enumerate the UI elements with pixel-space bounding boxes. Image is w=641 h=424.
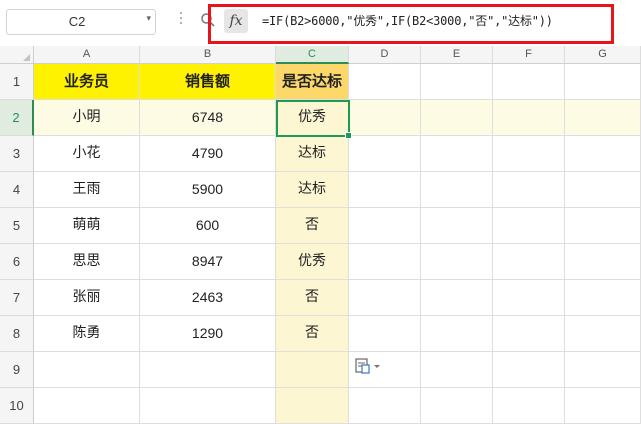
cell-F10[interactable] <box>493 388 565 424</box>
drag-handle-icon[interactable] <box>179 12 183 27</box>
cell-D3[interactable] <box>349 136 421 172</box>
cell-C10[interactable] <box>276 388 349 424</box>
cell-D2[interactable] <box>349 100 421 136</box>
row-header-8[interactable]: 8 <box>0 316 34 352</box>
cell-A2[interactable]: 小明 <box>34 100 140 136</box>
cell-C5[interactable]: 否 <box>276 208 349 244</box>
cell-A1[interactable]: 业务员 <box>34 64 140 100</box>
row-header-5[interactable]: 5 <box>0 208 34 244</box>
cell-E10[interactable] <box>421 388 493 424</box>
row-header-7[interactable]: 7 <box>0 280 34 316</box>
cell-F7[interactable] <box>493 280 565 316</box>
row-header-3[interactable]: 3 <box>0 136 34 172</box>
cell-F3[interactable] <box>493 136 565 172</box>
cell-A4[interactable]: 王雨 <box>34 172 140 208</box>
cell-B9[interactable] <box>140 352 276 388</box>
cell-C2[interactable]: 优秀 <box>276 100 349 136</box>
cell-F1[interactable] <box>493 64 565 100</box>
select-all-icon <box>23 54 30 61</box>
cell-E1[interactable] <box>421 64 493 100</box>
cell-A8[interactable]: 陈勇 <box>34 316 140 352</box>
cell-D5[interactable] <box>349 208 421 244</box>
cell-C1[interactable]: 是否达标 <box>276 64 349 100</box>
row-header-10[interactable]: 10 <box>0 388 34 424</box>
column-header-G[interactable]: G <box>565 46 641 64</box>
cell-C8[interactable]: 否 <box>276 316 349 352</box>
cell-D7[interactable] <box>349 280 421 316</box>
column-header-D[interactable]: D <box>349 46 421 64</box>
cell-A5[interactable]: 萌萌 <box>34 208 140 244</box>
cell-D4[interactable] <box>349 172 421 208</box>
cell-D8[interactable] <box>349 316 421 352</box>
formula-bar: C2 ▾ fx =IF(B2>6000,"优秀",IF(B2<3000,"否",… <box>0 0 641 46</box>
cell-F4[interactable] <box>493 172 565 208</box>
row-header-1[interactable]: 1 <box>0 64 34 100</box>
column-header-E[interactable]: E <box>421 46 493 64</box>
cell-C4[interactable]: 达标 <box>276 172 349 208</box>
name-box-value: C2 <box>68 14 86 29</box>
cell-A10[interactable] <box>34 388 140 424</box>
row-header-4[interactable]: 4 <box>0 172 34 208</box>
cell-E4[interactable] <box>421 172 493 208</box>
row-header-2[interactable]: 2 <box>0 100 34 136</box>
cell-C3[interactable]: 达标 <box>276 136 349 172</box>
paste-options-icon[interactable] <box>354 357 382 375</box>
cell-D1[interactable] <box>349 64 421 100</box>
cell-B6[interactable]: 8947 <box>140 244 276 280</box>
cell-A3[interactable]: 小花 <box>34 136 140 172</box>
cell-B8[interactable]: 1290 <box>140 316 276 352</box>
cell-G7[interactable] <box>565 280 641 316</box>
cell-G1[interactable] <box>565 64 641 100</box>
cell-B7[interactable]: 2463 <box>140 280 276 316</box>
cell-F8[interactable] <box>493 316 565 352</box>
column-header-F[interactable]: F <box>493 46 565 64</box>
row-header-9[interactable]: 9 <box>0 352 34 388</box>
cell-C9[interactable] <box>276 352 349 388</box>
cell-E6[interactable] <box>421 244 493 280</box>
cell-G6[interactable] <box>565 244 641 280</box>
cell-F6[interactable] <box>493 244 565 280</box>
cell-G8[interactable] <box>565 316 641 352</box>
cell-E9[interactable] <box>421 352 493 388</box>
cell-B10[interactable] <box>140 388 276 424</box>
cell-E3[interactable] <box>421 136 493 172</box>
cell-B5[interactable]: 600 <box>140 208 276 244</box>
chevron-down-icon[interactable]: ▾ <box>146 14 151 24</box>
cell-G2[interactable] <box>565 100 641 136</box>
cell-E2[interactable] <box>421 100 493 136</box>
cell-F5[interactable] <box>493 208 565 244</box>
cell-C6[interactable]: 优秀 <box>276 244 349 280</box>
cell-G9[interactable] <box>565 352 641 388</box>
cell-F2[interactable] <box>493 100 565 136</box>
select-all-corner[interactable] <box>0 46 34 64</box>
column-header-A[interactable]: A <box>34 46 140 64</box>
cell-B2[interactable]: 6748 <box>140 100 276 136</box>
cell-E7[interactable] <box>421 280 493 316</box>
cell-A9[interactable] <box>34 352 140 388</box>
cell-B4[interactable]: 5900 <box>140 172 276 208</box>
cell-A6[interactable]: 思思 <box>34 244 140 280</box>
cell-D10[interactable] <box>349 388 421 424</box>
cell-G4[interactable] <box>565 172 641 208</box>
row-header-6[interactable]: 6 <box>0 244 34 280</box>
cell-B1[interactable]: 销售额 <box>140 64 276 100</box>
cell-F9[interactable] <box>493 352 565 388</box>
name-box[interactable]: C2 ▾ <box>6 9 156 35</box>
formula-input[interactable]: =IF(B2>6000,"优秀",IF(B2<3000,"否","达标")) <box>262 12 553 29</box>
cell-C7[interactable]: 否 <box>276 280 349 316</box>
cell-G5[interactable] <box>565 208 641 244</box>
cell-A7[interactable]: 张丽 <box>34 280 140 316</box>
column-header-B[interactable]: B <box>140 46 276 64</box>
column-header-C[interactable]: C <box>276 46 349 64</box>
cell-E8[interactable] <box>421 316 493 352</box>
cell-G3[interactable] <box>565 136 641 172</box>
cell-E5[interactable] <box>421 208 493 244</box>
cell-G10[interactable] <box>565 388 641 424</box>
cell-B3[interactable]: 4790 <box>140 136 276 172</box>
cell-D6[interactable] <box>349 244 421 280</box>
